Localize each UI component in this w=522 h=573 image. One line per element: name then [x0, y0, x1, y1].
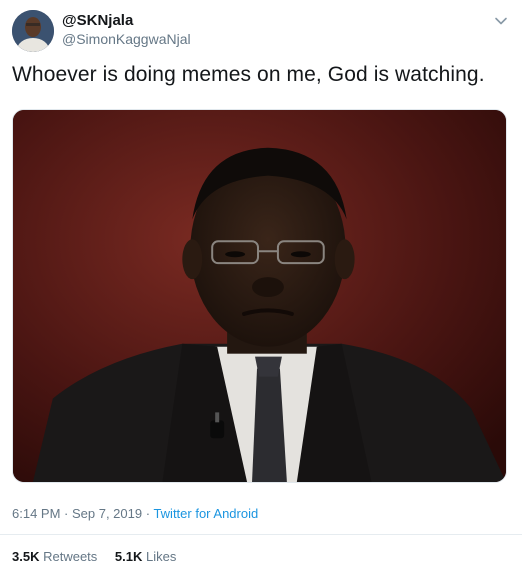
likes-label: Likes: [146, 549, 177, 564]
tweet-stats: 3.5K Retweets 5.1K Likes: [12, 549, 190, 565]
avatar[interactable]: [12, 10, 54, 52]
chevron-down-icon[interactable]: [492, 12, 510, 30]
tweet-card: @SKNjala @SimonKaggwaNjal Whoever is doi…: [0, 0, 522, 573]
tweet-text: Whoever is doing memes on me, God is wat…: [12, 63, 485, 86]
meta-separator: ·: [60, 506, 72, 521]
likes-count: 5.1K: [114, 549, 143, 564]
divider: [0, 534, 522, 535]
meta-separator: ·: [142, 506, 154, 521]
tweet-source-link[interactable]: Twitter for Android: [153, 506, 258, 521]
tweet-time[interactable]: 6:14 PM: [12, 506, 60, 521]
author-block[interactable]: @SKNjala @SimonKaggwaNjal: [62, 12, 191, 48]
retweets-stat[interactable]: 3.5K Retweets: [12, 549, 97, 565]
retweets-count: 3.5K: [12, 549, 40, 564]
photo-image: [13, 110, 506, 482]
tweet-date[interactable]: Sep 7, 2019: [72, 506, 142, 521]
tweet-photo[interactable]: [12, 109, 507, 483]
tweet-meta: 6:14 PM · Sep 7, 2019 · Twitter for Andr…: [12, 506, 258, 522]
screen-name[interactable]: @SimonKaggwaNjal: [62, 30, 191, 48]
tweet-header: @SKNjala @SimonKaggwaNjal: [12, 10, 512, 52]
likes-stat[interactable]: 5.1K Likes: [115, 549, 176, 565]
retweets-label: Retweets: [43, 549, 98, 564]
display-name[interactable]: @SKNjala: [62, 12, 191, 30]
